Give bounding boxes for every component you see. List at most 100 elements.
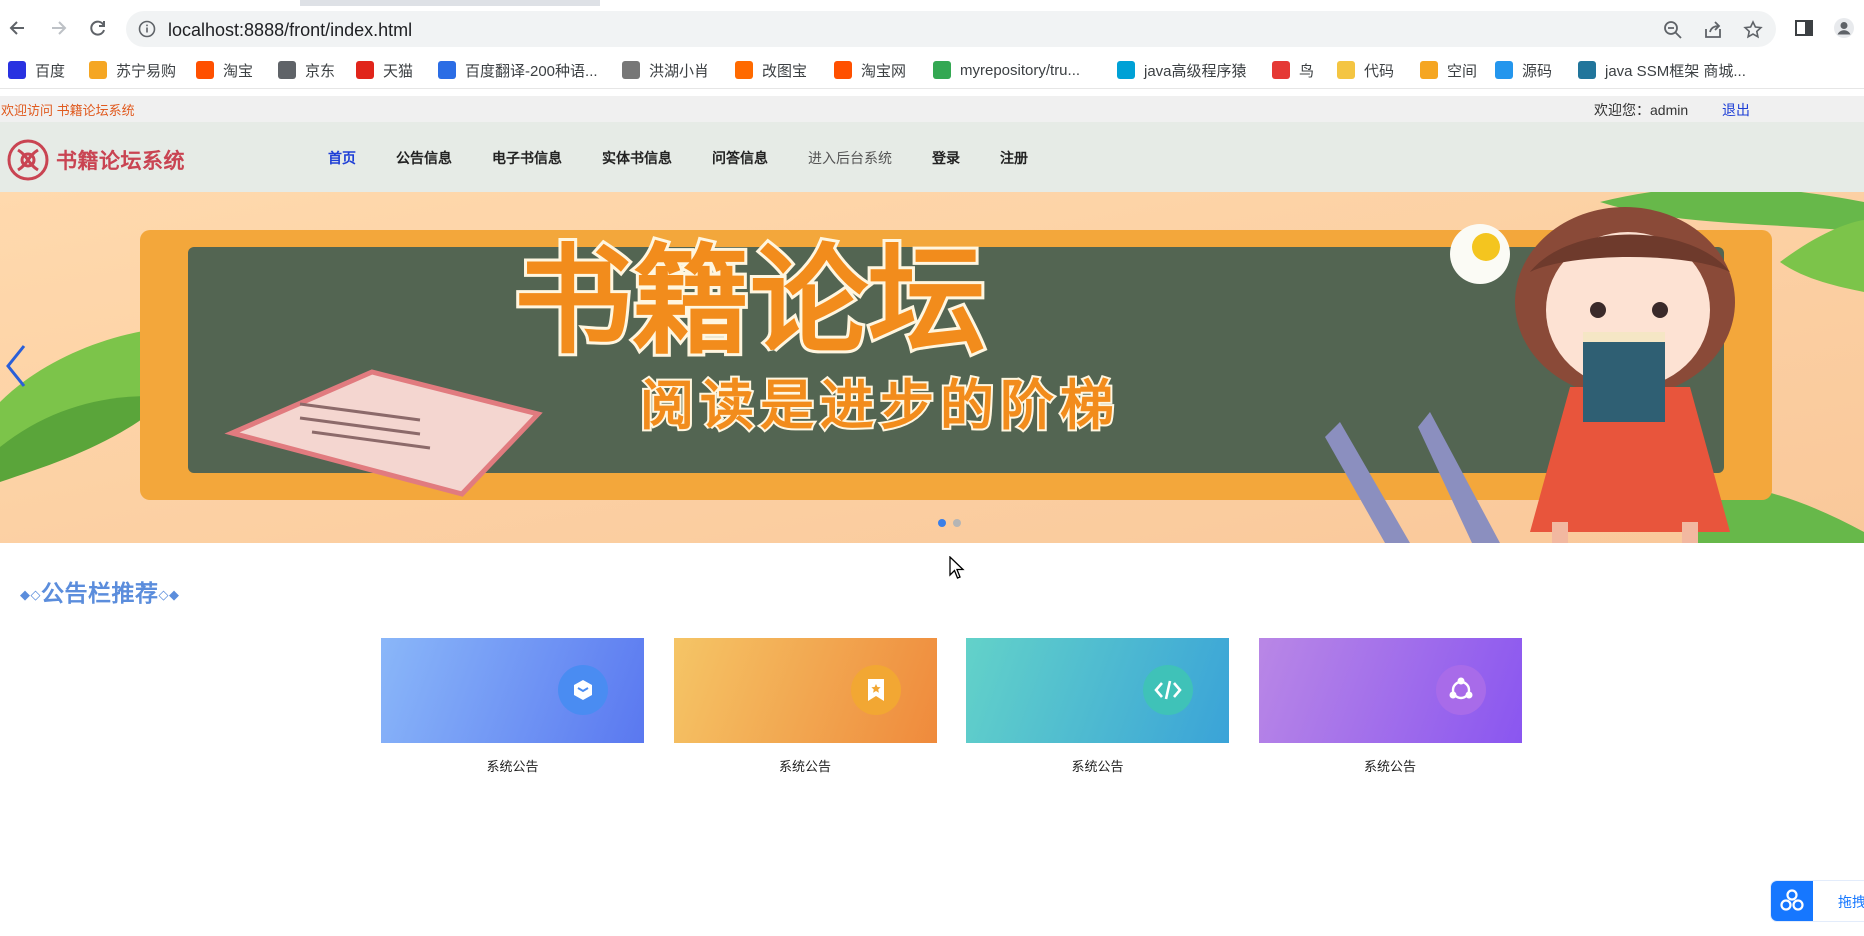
bookmark-item[interactable]: 京东 [278, 60, 335, 80]
carousel-dot[interactable] [953, 519, 961, 527]
logo-knot-icon [7, 139, 49, 181]
bookmark-label: 天猫 [383, 62, 414, 80]
notice-title[interactable]: 系统公告 [966, 756, 1229, 775]
nav-item[interactable]: 登录 [932, 148, 960, 168]
bookmark-item[interactable]: 百度 [8, 60, 65, 80]
carousel-dot[interactable] [938, 519, 946, 527]
bookmark-item[interactable]: 淘宝网 [834, 60, 906, 80]
side-panel-icon[interactable] [1790, 14, 1818, 42]
notice-title[interactable]: 系统公告 [674, 756, 937, 775]
forward-icon[interactable] [44, 14, 72, 42]
address-bar[interactable]: localhost:8888/front/index.html [126, 11, 1776, 47]
bookmark-item[interactable]: myrepository/tru... [933, 60, 1080, 80]
bird-icon [1272, 61, 1290, 79]
browser-toolbar: localhost:8888/front/index.html [0, 6, 1864, 52]
bookmark-label: java高级程序猿 [1144, 62, 1247, 80]
bookmark-label: 空间 [1447, 62, 1478, 80]
nav-item[interactable]: 问答信息 [712, 148, 768, 168]
bookmark-label: 源码 [1522, 62, 1553, 80]
bookmark-label: myrepository/tru... [960, 61, 1081, 79]
section-title-notices: ◆◇公告栏推荐◇◆ [20, 574, 180, 608]
bookmark-item[interactable]: java SSM框架 商城... [1578, 60, 1746, 80]
feather-icon [622, 61, 640, 79]
bookmark-item[interactable]: 天猫 [356, 60, 413, 80]
moon-icon [1337, 61, 1355, 79]
nav-item[interactable]: 电子书信息 [492, 148, 562, 168]
cluster-icon [1771, 881, 1813, 921]
bookmark-item[interactable]: 苏宁易购 [89, 60, 176, 80]
tmall-icon [356, 61, 374, 79]
reload-icon[interactable] [84, 14, 112, 42]
bookmark-item[interactable]: 鸟 [1272, 60, 1314, 80]
bookmark-label: 苏宁易购 [116, 62, 177, 80]
bookmark-label: 淘宝网 [861, 62, 907, 80]
logout-link[interactable]: 退出 [1722, 100, 1750, 120]
bookmark-label: 百度 [35, 62, 66, 80]
notice-thumbnail[interactable] [1258, 638, 1522, 743]
section-title-text: 公告栏推荐 [41, 580, 159, 606]
code-icon [1143, 665, 1193, 715]
notice-title[interactable]: 系统公告 [1259, 756, 1522, 775]
share-icon[interactable] [1702, 19, 1724, 41]
site-logo[interactable]: 书籍论坛系统 [6, 138, 185, 182]
notice-title[interactable]: 系统公告 [381, 756, 644, 775]
bookmark-item[interactable]: 改图宝 [735, 60, 807, 80]
bookmark-item[interactable]: 百度翻译-200种语... [438, 60, 598, 80]
gaitubao-icon [735, 61, 753, 79]
notice-card[interactable]: 系统公告 [1258, 638, 1522, 775]
bookmark-item[interactable]: 空间 [1420, 60, 1477, 80]
notice-card[interactable]: 系统公告 [381, 638, 644, 775]
carousel-prev-icon[interactable] [4, 342, 28, 390]
notice-card[interactable]: 系统公告 [673, 638, 937, 775]
site-header: 书籍论坛系统 首页 公告信息 电子书信息 实体书信息 问答信息 进入后台系统 登录 注册 [0, 122, 1864, 192]
site-info-icon[interactable] [138, 20, 156, 43]
zoom-icon[interactable] [1662, 19, 1684, 41]
floating-widget-label: 拖拽 [1838, 894, 1864, 910]
main-nav: 首页 公告信息 电子书信息 实体书信息 问答信息 进入后台系统 登录 注册 [328, 148, 1068, 168]
notice-card[interactable]: 系统公告 [966, 638, 1229, 775]
bookmark-item[interactable]: 淘宝 [196, 60, 253, 80]
taobao-icon [196, 61, 214, 79]
welcome-text: 欢迎访问 书籍论坛系统 [1, 103, 135, 118]
bookmark-label: 淘宝 [223, 62, 254, 80]
bookmark-label: 京东 [305, 62, 336, 80]
notice-thumbnail[interactable] [381, 638, 644, 743]
bookmark-item[interactable]: 源码 [1495, 60, 1552, 80]
nav-item[interactable]: 注册 [1000, 148, 1028, 168]
banner-illustration: 书籍论坛 阅读是进步的阶梯 [0, 192, 1864, 543]
nav-item[interactable]: 首页 [328, 148, 356, 168]
bookmark-label: 代码 [1364, 62, 1395, 80]
docker-icon [1495, 61, 1513, 79]
back-icon[interactable] [4, 14, 32, 42]
globe-icon [278, 61, 296, 79]
bookmark-item[interactable]: 洪湖小肖 [622, 60, 709, 80]
user-greeting: 欢迎您：admin [1594, 102, 1689, 118]
suning-icon [89, 61, 107, 79]
diamond-deco-icon: ◇◆ [158, 586, 180, 602]
carousel-dots [938, 519, 968, 527]
banner-subtitle: 阅读是进步的阶梯 [640, 374, 1120, 437]
bookmark-item[interactable]: java高级程序猿 [1117, 60, 1247, 80]
bookmark-label: java SSM框架 商城... [1605, 62, 1746, 80]
wordpress-icon [1578, 61, 1596, 79]
hero-banner: 书籍论坛 阅读是进步的阶梯 [0, 192, 1864, 543]
nav-item[interactable]: 实体书信息 [602, 148, 672, 168]
chrome-icon [933, 61, 951, 79]
bookmark-label: 改图宝 [762, 62, 808, 80]
bookmark-item[interactable]: 代码 [1337, 60, 1394, 80]
bookmark-star-icon[interactable] [1742, 19, 1764, 41]
baidu-icon [8, 61, 26, 79]
bookmarks-bar: 百度 苏宁易购 淘宝 京东 天猫 百度翻译-200种语... 洪湖小肖 改图宝 淘宝网 myrep… [0, 52, 1864, 89]
banner-title: 书籍论坛 [514, 232, 986, 370]
qzone-icon [1420, 61, 1438, 79]
site-top-bar: 欢迎访问 书籍论坛系统 欢迎您：admin 退出 [0, 96, 1864, 122]
nav-item[interactable]: 进入后台系统 [808, 148, 892, 168]
notice-thumbnail[interactable] [966, 638, 1229, 743]
floating-drag-widget[interactable]: 拖拽 [1771, 881, 1864, 921]
bilibili-icon [1117, 61, 1135, 79]
notice-thumbnail[interactable] [673, 638, 937, 743]
profile-avatar-icon[interactable] [1830, 14, 1858, 42]
brand-name: 书籍论坛系统 [56, 150, 185, 173]
nav-item[interactable]: 公告信息 [396, 148, 452, 168]
diamond-deco-icon: ◆◇ [20, 586, 41, 602]
